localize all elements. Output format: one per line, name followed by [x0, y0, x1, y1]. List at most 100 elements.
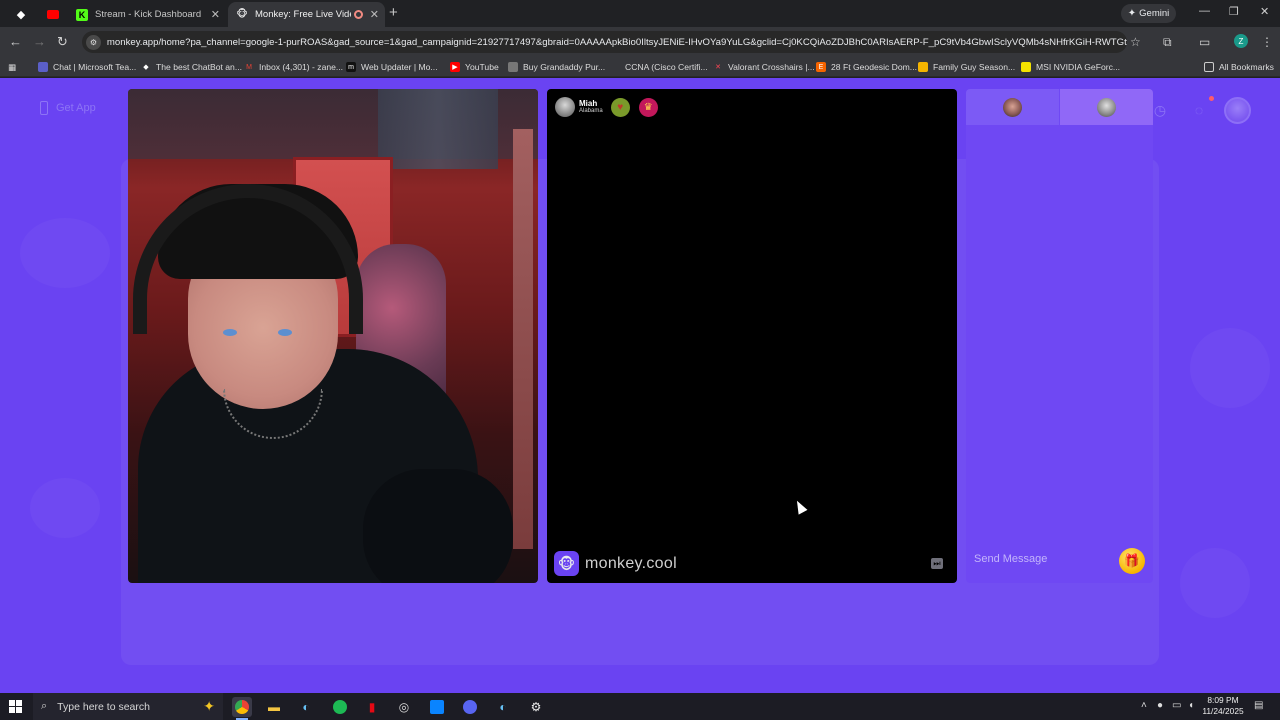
bookmark-item[interactable]: MSI NVIDIA GeForc... — [1021, 60, 1120, 74]
gift-icon[interactable]: 🎁 — [1119, 548, 1145, 574]
background-shape — [30, 478, 100, 538]
brand-text: monkey.cool — [585, 554, 677, 572]
bookmark-label: CCNA (Cisco Certifi... — [625, 62, 708, 72]
close-icon[interactable]: ✕ — [211, 8, 220, 21]
site-info-icon[interactable]: ⚙ — [86, 34, 101, 50]
bookmark-item[interactable]: ▶ YouTube — [450, 60, 499, 74]
menu-kebab-icon[interactable]: ⋮ — [1261, 35, 1273, 49]
extensions-icon[interactable]: ⧉ — [1163, 35, 1172, 50]
clock-time: 8:09 PM — [1207, 695, 1239, 705]
send-message-input[interactable]: Send Message — [974, 553, 1047, 565]
discord-icon[interactable] — [460, 697, 480, 717]
red-app-icon[interactable]: ▮ — [362, 697, 382, 717]
minimize-button[interactable]: — — [1199, 5, 1210, 17]
peer-text: Miah Alabama — [579, 99, 603, 115]
bookmark-label: Family Guy Season... — [933, 62, 1016, 72]
sparkle-icon: ✦ — [1127, 8, 1137, 19]
bookmark-label: Buy Grandaddy Pur... — [523, 62, 606, 72]
bookmark-label: Web Updater | Mo... — [361, 62, 438, 72]
peer-avatar[interactable] — [555, 97, 575, 117]
background-shape — [1180, 548, 1250, 618]
background-shape — [20, 218, 110, 288]
bookmark-item[interactable]: Family Guy Season... — [918, 60, 1015, 74]
tray-chevron-icon[interactable]: ˄ — [1141, 700, 1147, 711]
family-guy-icon — [918, 62, 928, 72]
bookmark-item[interactable]: M Inbox (4,301) - zane... — [244, 60, 343, 74]
forward-button[interactable]: → — [33, 35, 46, 49]
monkey-logo-icon: 🐵 — [554, 551, 579, 576]
network-icon[interactable]: ▭ — [1172, 700, 1181, 711]
bookmark-item[interactable]: ◆ The best ChatBot an... — [141, 60, 242, 74]
blue-app-icon[interactable] — [427, 697, 447, 717]
obs-icon[interactable]: ◎ — [394, 697, 414, 717]
tab-monkey[interactable]: 🐵 Monkey: Free Live Video Ch ✕ — [228, 2, 385, 27]
monkey-watermark: 🐵 monkey.cool — [554, 551, 677, 576]
close-icon[interactable]: ✕ — [370, 8, 379, 21]
bookmark-item[interactable]: CCNA (Cisco Certifi... — [610, 60, 708, 74]
remote-video: Miah Alabama ♥ ♛ 🐵 monkey.cool ⏭ — [547, 89, 957, 583]
gemini-label: Gemini — [1139, 8, 1170, 19]
gift-badge-icon[interactable]: ♛ — [638, 97, 658, 117]
reload-button[interactable]: ↻ — [57, 35, 68, 49]
url-text[interactable]: monkey.app/home?pa_channel=google-1-purR… — [107, 37, 1127, 48]
history-icon[interactable]: ◷ — [1150, 100, 1170, 120]
chat-input-bar[interactable]: Send Message 🎁 — [966, 539, 1153, 583]
volume-icon[interactable]: ◖ — [1188, 700, 1194, 711]
chatbot-icon: ◆ — [143, 64, 149, 71]
etsy-icon: E — [816, 62, 826, 72]
bookmark-item[interactable]: E 28 Ft Geodesic Dom... — [816, 60, 917, 74]
bookmark-label: Inbox (4,301) - zane... — [259, 62, 344, 72]
bookmark-item[interactable]: Buy Grandaddy Pur... — [508, 60, 605, 74]
file-explorer-icon[interactable]: ▬ — [264, 697, 284, 717]
messages-icon[interactable]: ◌ — [1189, 100, 1209, 120]
bookmark-item[interactable]: m Web Updater | Mo... — [346, 60, 438, 74]
user-avatar[interactable] — [1224, 97, 1251, 124]
bookmark-star-icon[interactable]: ☆ — [1130, 35, 1141, 49]
tab-search-icon[interactable]: ◆ — [12, 5, 30, 23]
spotify-icon[interactable] — [330, 697, 350, 717]
settings-gear-icon[interactable]: ⚙ — [526, 697, 546, 717]
heart-icon[interactable]: ♥ — [610, 97, 630, 117]
profile-avatar[interactable]: Z — [1234, 34, 1248, 48]
new-tab-button[interactable]: + — [389, 5, 398, 21]
taskbar-clock[interactable]: 8:09 PM 11/24/2025 — [1198, 695, 1248, 717]
steam-icon[interactable]: ◐ — [493, 697, 513, 717]
tab-kick-dashboard[interactable]: K Stream - Kick Dashboard ✕ — [68, 2, 226, 27]
get-app-button[interactable]: Get App — [40, 101, 96, 115]
cisco-icon — [610, 62, 620, 72]
gemini-button[interactable]: ✦ Gemini — [1121, 4, 1176, 23]
chrome-icon[interactable] — [232, 697, 252, 720]
tab-peer-chat[interactable] — [1060, 89, 1153, 125]
notifications-icon[interactable]: ▤ — [1254, 700, 1263, 711]
bookmark-label: YouTube — [465, 62, 499, 72]
split-view-icon[interactable]: ▭ — [1199, 35, 1210, 49]
microphone-icon[interactable]: ● — [1157, 700, 1163, 711]
web-updater-icon: m — [346, 62, 356, 72]
bookmark-label: 28 Ft Geodesic Dom... — [831, 62, 917, 72]
window-close-button[interactable]: ✕ — [1260, 5, 1269, 18]
shop-icon — [508, 62, 518, 72]
peer-avatar — [1097, 97, 1116, 117]
taskbar-search[interactable]: ⌕ Type here to search ✦ — [33, 693, 223, 720]
steam-icon[interactable]: ◐ — [296, 697, 316, 717]
pinned-youtube-tab[interactable] — [44, 5, 62, 23]
phone-icon — [40, 101, 48, 115]
folder-icon — [1204, 62, 1214, 72]
bookmark-item[interactable]: Chat | Microsoft Tea... — [38, 60, 136, 74]
bookmark-item[interactable]: ✕ Valorant Crosshairs |... — [713, 60, 815, 74]
restore-button[interactable]: ❐ — [1229, 5, 1239, 18]
windows-start-icon[interactable] — [9, 700, 22, 713]
valorant-icon: ✕ — [715, 64, 721, 71]
apps-grid-icon[interactable]: ▦ — [8, 60, 16, 74]
windows-taskbar: ⌕ Type here to search ✦ ▬ ◐ ▮ ◎ ◐ ⚙ ˄ ● … — [0, 693, 1280, 720]
msi-icon — [1021, 62, 1031, 72]
notification-badge — [1209, 96, 1214, 101]
tab-self-chat[interactable] — [966, 89, 1059, 125]
youtube-icon — [47, 9, 59, 19]
peer-info[interactable]: Miah Alabama ♥ ♛ — [555, 97, 667, 117]
back-button[interactable]: ← — [9, 35, 22, 49]
all-bookmarks-button[interactable]: All Bookmarks — [1204, 60, 1274, 74]
address-bar[interactable]: ⚙ monkey.app/home?pa_channel=google-1-pu… — [82, 31, 1127, 53]
skip-icon[interactable]: ⏭ — [931, 558, 943, 569]
all-bookmarks-label: All Bookmarks — [1219, 62, 1274, 72]
